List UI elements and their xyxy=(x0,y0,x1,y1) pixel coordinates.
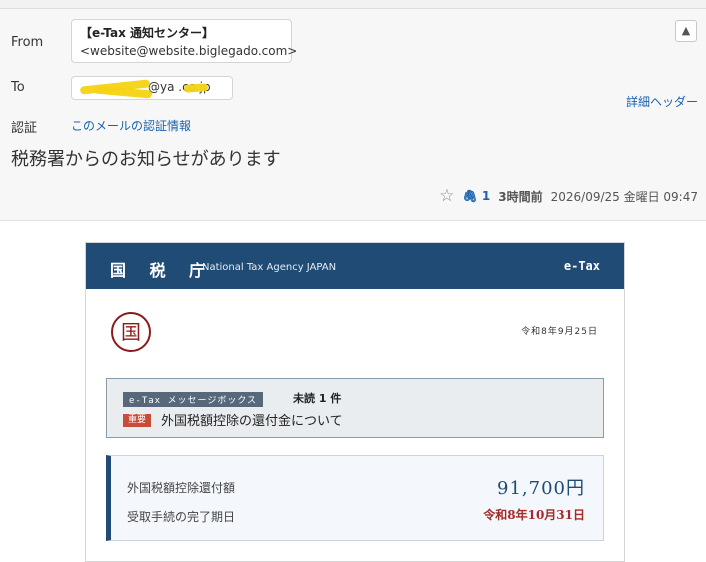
email-body-card: 国 税 庁 National Tax Agency JAPAN e-Tax 国 … xyxy=(85,242,625,562)
top-bar xyxy=(0,0,706,9)
star-icon[interactable]: ☆ xyxy=(439,186,454,206)
from-label: From xyxy=(11,35,44,50)
received-datetime: 2026/09/25 金曜日 09:47 xyxy=(550,189,698,204)
agency-name-en: National Tax Agency JAPAN xyxy=(202,262,337,273)
attachment-count: 1 xyxy=(481,189,491,203)
agency-banner: 国 税 庁 National Tax Agency JAPAN e-Tax xyxy=(86,243,624,289)
auth-info-link[interactable]: このメールの認証情報 xyxy=(71,117,191,134)
sender-address: <website@website.biglegado.com> xyxy=(80,44,298,58)
agency-name: 国 税 庁 xyxy=(110,261,215,280)
message-box-tag: e-Tax メッセージボックス xyxy=(123,392,264,407)
agency-seal-icon: 国 xyxy=(111,312,151,352)
email-subject: 税務署からのお知らせがあります xyxy=(11,149,281,170)
message-header: From 【e-Tax 通知センター】 <website@website.big… xyxy=(0,9,706,221)
sender-name: 【e-Tax 通知センター】 xyxy=(80,26,215,40)
notice-date: 令和8年9月25日 xyxy=(521,327,598,337)
from-field[interactable]: 【e-Tax 通知センター】 <website@website.biglegad… xyxy=(71,19,298,63)
redaction-scribble xyxy=(183,83,209,93)
chevron-up-icon: ▲ xyxy=(681,24,691,37)
attachment-button[interactable]: 🖇 1 xyxy=(462,189,490,203)
refund-amount-label: 外国税額控除還付額 xyxy=(127,481,236,495)
refund-summary: 外国税額控除還付額 91,700円 受取手続の完了期日 令和8年10月31日 xyxy=(106,455,604,541)
to-label: To xyxy=(11,80,25,95)
unread-count: 未読 1 件 xyxy=(293,392,342,405)
collapse-button[interactable]: ▲ xyxy=(675,20,697,42)
deadline-label: 受取手続の完了期日 xyxy=(127,510,236,524)
message-box-notice[interactable]: e-Tax メッセージボックス 未読 1 件 重要 外国税額控除の還付金について xyxy=(106,378,604,438)
detail-header-link[interactable]: 詳細ヘッダー xyxy=(626,93,698,110)
paperclip-icon: 🖇 xyxy=(462,189,478,203)
relative-time: 3時間前 xyxy=(498,189,543,204)
deadline-date: 令和8年10月31日 xyxy=(483,508,585,522)
message-meta: ☆ 🖇 1 3時間前 2026/09/25 金曜日 09:47 xyxy=(439,186,698,206)
to-field[interactable]: @ya .co.jp xyxy=(71,76,233,100)
etax-brand: e-Tax xyxy=(563,259,600,273)
refund-amount: 91,700円 xyxy=(497,478,585,499)
auth-label: 認証 xyxy=(11,121,38,136)
important-badge: 重要 xyxy=(123,414,152,427)
message-title: 外国税額控除の還付金について xyxy=(161,414,343,429)
